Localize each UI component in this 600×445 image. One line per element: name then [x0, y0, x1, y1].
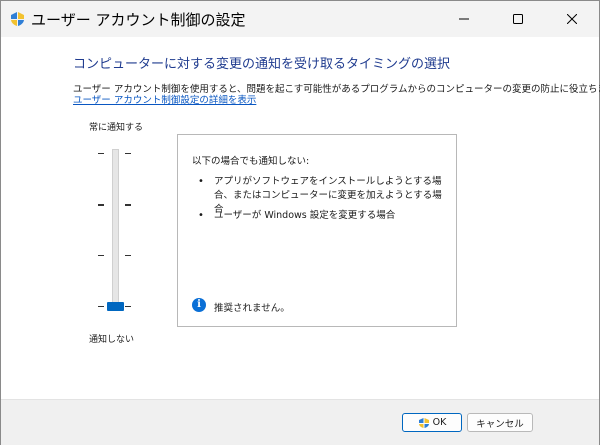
close-icon	[567, 14, 577, 24]
panel-title: 以下の場合でも通知しない:	[192, 156, 310, 167]
minimize-icon	[459, 18, 469, 20]
title-bar: ユーザー アカウント制御の設定	[1, 1, 599, 37]
slider-tick	[98, 204, 104, 206]
ok-button[interactable]: OK	[402, 413, 462, 432]
slider-tick	[125, 255, 131, 256]
slider-tick	[98, 306, 104, 307]
maximize-icon	[513, 14, 523, 24]
bullet-icon: •	[198, 176, 204, 187]
slider-tick	[125, 153, 131, 154]
maximize-button[interactable]	[495, 1, 541, 37]
info-icon: i	[192, 298, 206, 312]
notification-level-slider-thumb[interactable]	[107, 302, 124, 311]
slider-top-label: 常に通知する	[89, 123, 144, 133]
bullet-icon: •	[198, 210, 204, 221]
minimize-button[interactable]	[441, 1, 487, 37]
notification-level-slider-track[interactable]	[112, 149, 119, 311]
level-description-panel: 以下の場合でも通知しない: • アプリがソフトウェアをインストールしようとする場…	[177, 134, 457, 327]
slider-tick	[125, 306, 131, 307]
uac-shield-icon	[418, 417, 429, 428]
recommendation-text: 推奨されません。	[214, 303, 290, 314]
cancel-button[interactable]: キャンセル	[467, 413, 533, 432]
close-button[interactable]	[549, 1, 595, 37]
uac-settings-window: ユーザー アカウント制御の設定 コンピューターに対する変更の通知を受け取るタイミ…	[0, 0, 600, 445]
page-heading: コンピューターに対する変更の通知を受け取るタイミングの選択	[73, 57, 451, 72]
panel-bullet-text: ユーザーが Windows 設定を変更する場合	[214, 210, 396, 221]
details-link[interactable]: ユーザー アカウント制御設定の詳細を表示	[73, 92, 256, 106]
dialog-footer: OK キャンセル	[1, 399, 599, 445]
slider-tick	[98, 153, 104, 154]
uac-shield-icon	[11, 12, 24, 26]
window-title: ユーザー アカウント制御の設定	[31, 11, 246, 29]
slider-tick	[98, 255, 104, 256]
cancel-label: キャンセル	[476, 418, 524, 430]
slider-bottom-label: 通知しない	[89, 335, 135, 345]
slider-tick	[125, 204, 131, 206]
ok-label: OK	[432, 417, 447, 428]
